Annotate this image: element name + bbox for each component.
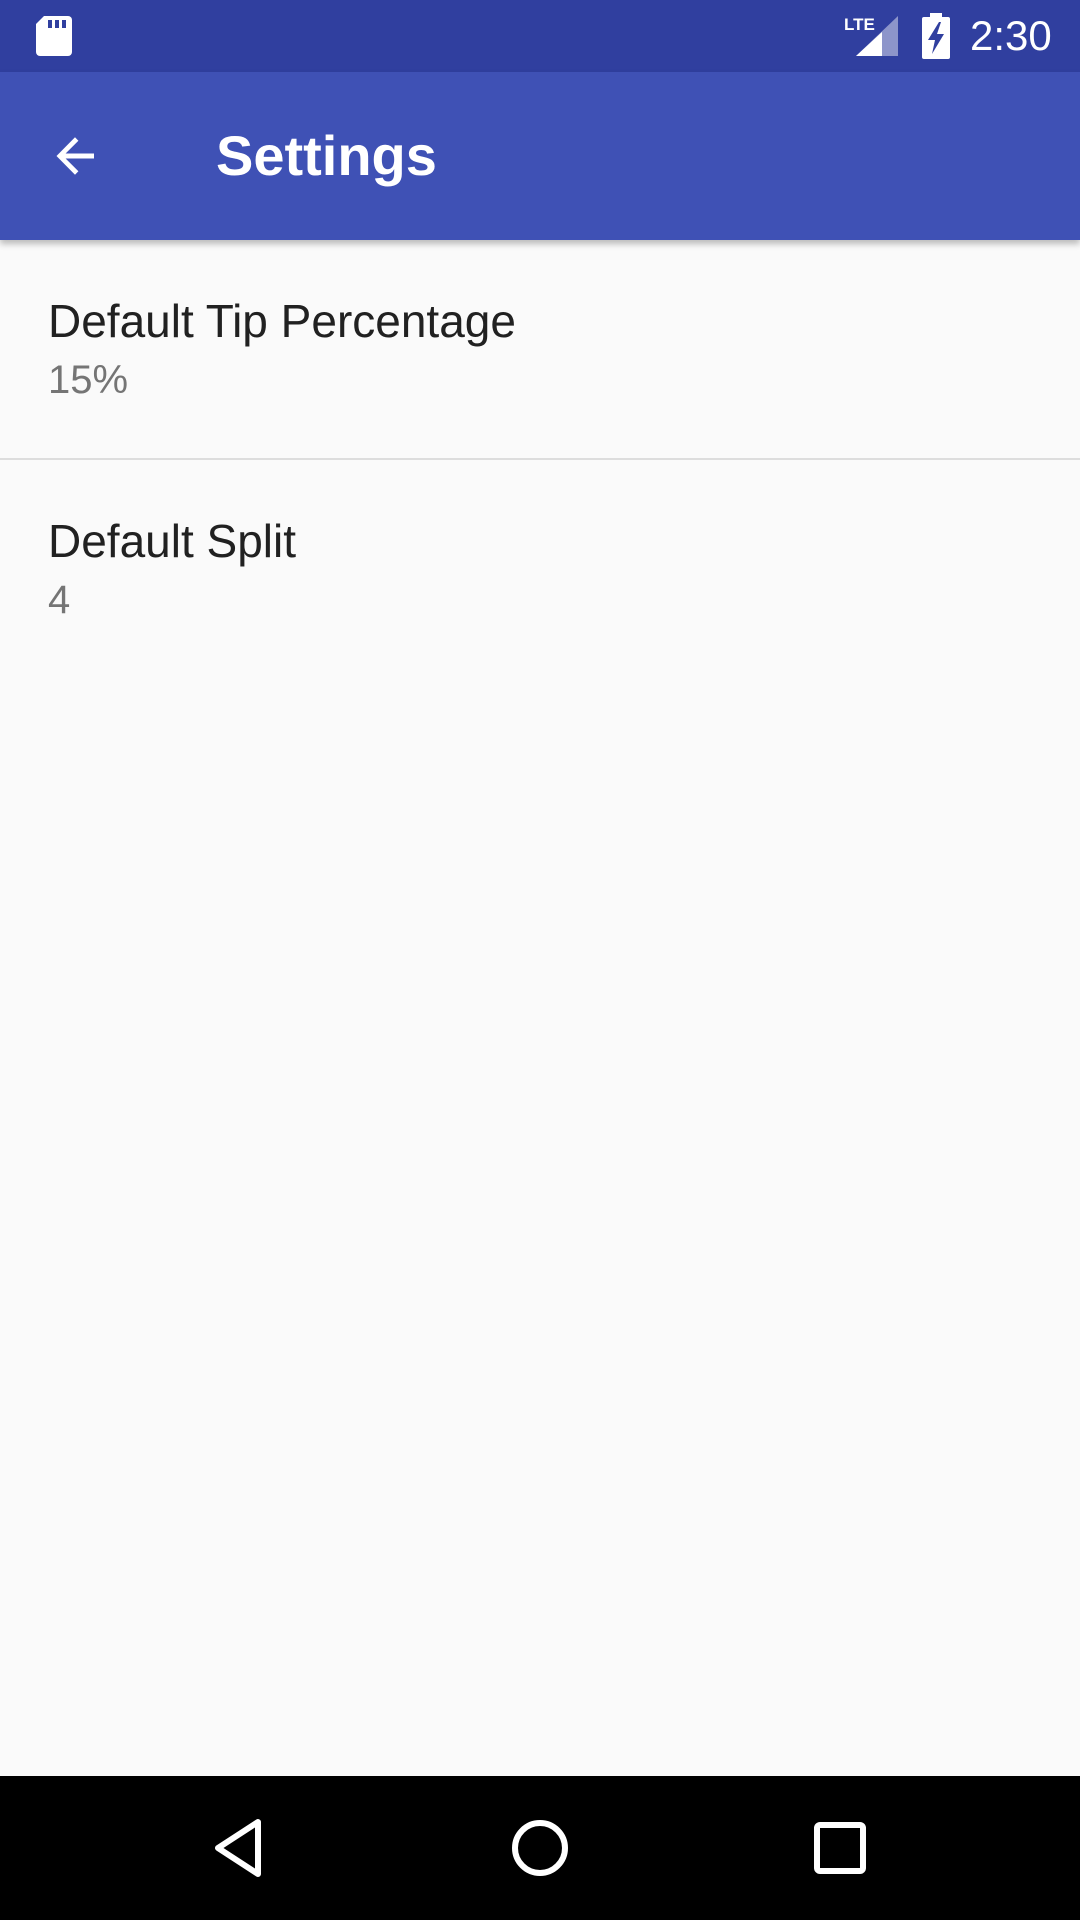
system-nav-bar <box>0 1776 1080 1920</box>
page-title: Settings <box>216 124 437 187</box>
nav-recents-button[interactable] <box>800 1808 880 1888</box>
back-button[interactable] <box>28 108 124 204</box>
preference-title: Default Tip Percentage <box>48 295 516 347</box>
sd-card-icon <box>36 16 72 56</box>
preference-default-tip-percentage[interactable]: Default Tip Percentage 15% <box>0 240 1080 460</box>
toolbar: Settings <box>0 72 1080 240</box>
preference-default-split[interactable]: Default Split 4 <box>0 460 1080 680</box>
back-triangle-icon <box>215 1819 261 1877</box>
preference-title: Default Split <box>48 515 297 567</box>
lte-signal-icon: LTE <box>844 15 898 56</box>
home-circle-icon <box>512 1820 568 1876</box>
status-bar: LTE 2:30 <box>0 0 1080 72</box>
settings-screen: LTE 2:30 Settings Default Tip Percentage… <box>0 0 1080 1920</box>
battery-charging-icon <box>922 13 950 59</box>
preference-summary: 15% <box>48 358 129 402</box>
status-clock: 2:30 <box>970 12 1052 59</box>
nav-back-button[interactable] <box>200 1808 280 1888</box>
lte-label: LTE <box>844 15 875 34</box>
arrow-back-icon <box>56 137 94 175</box>
preference-summary: 4 <box>48 578 71 622</box>
nav-home-button[interactable] <box>500 1808 580 1888</box>
recents-square-icon <box>814 1822 866 1874</box>
